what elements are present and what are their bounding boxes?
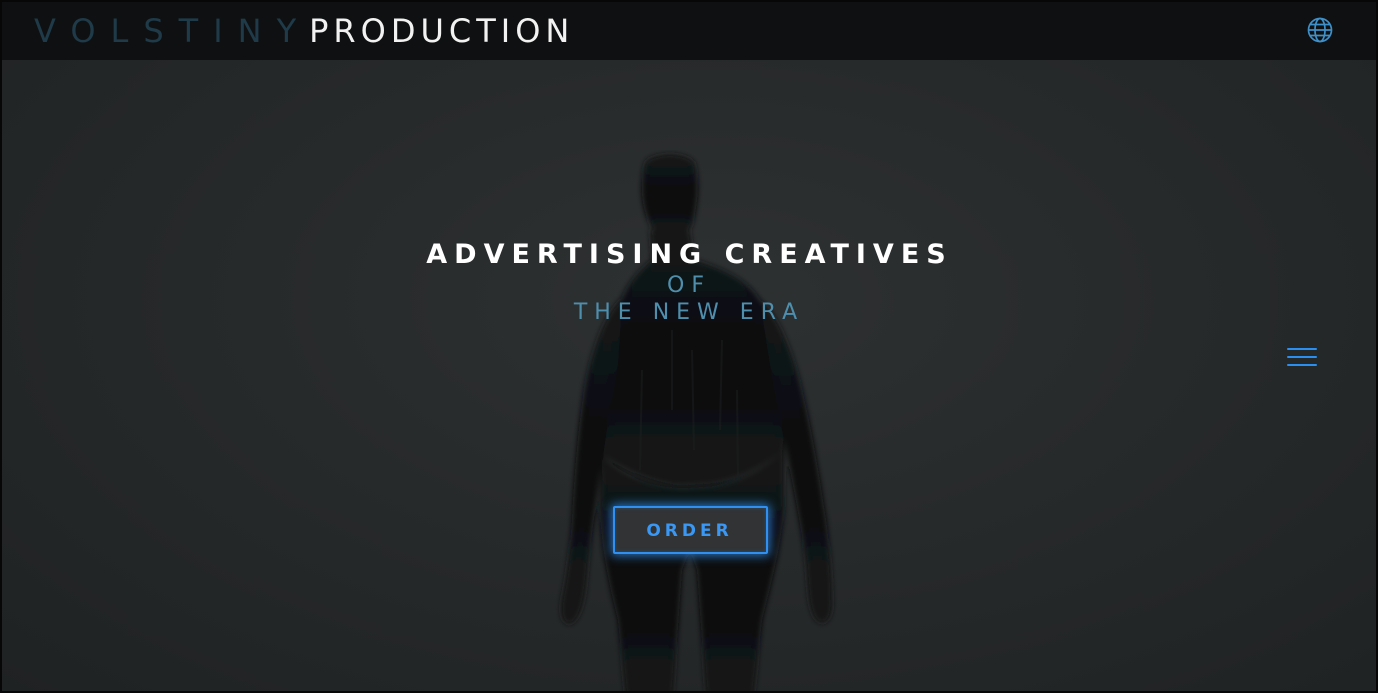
headline-sub-of: OF — [667, 273, 711, 298]
hero-headline: ADVERTISING CREATIVES OF THE NEW ERA — [2, 238, 1376, 326]
hamburger-menu-icon[interactable] — [1285, 345, 1319, 371]
hero-background-figure — [560, 154, 833, 691]
headline-main: ADVERTISING CREATIVES — [426, 239, 953, 270]
site-logo[interactable]: VOLSTINY PRODUCTION — [34, 8, 574, 54]
hero-section: ADVERTISING CREATIVES OF THE NEW ERA ORD… — [2, 60, 1376, 691]
page: VOLSTINY PRODUCTION ADVERTISING CREATIVE… — [0, 0, 1378, 693]
menu-line-bottom — [1287, 364, 1317, 366]
globe-icon[interactable] — [1306, 16, 1334, 44]
headline-sub-new-era: THE NEW ERA — [573, 300, 805, 325]
top-header: VOLSTINY PRODUCTION — [2, 2, 1376, 60]
menu-line-top — [1287, 348, 1317, 350]
logo-volstiny: VOLSTINY — [34, 12, 312, 50]
order-button[interactable]: ORDER — [613, 506, 768, 554]
logo-production: PRODUCTION — [309, 12, 575, 50]
menu-line-middle — [1287, 356, 1317, 358]
